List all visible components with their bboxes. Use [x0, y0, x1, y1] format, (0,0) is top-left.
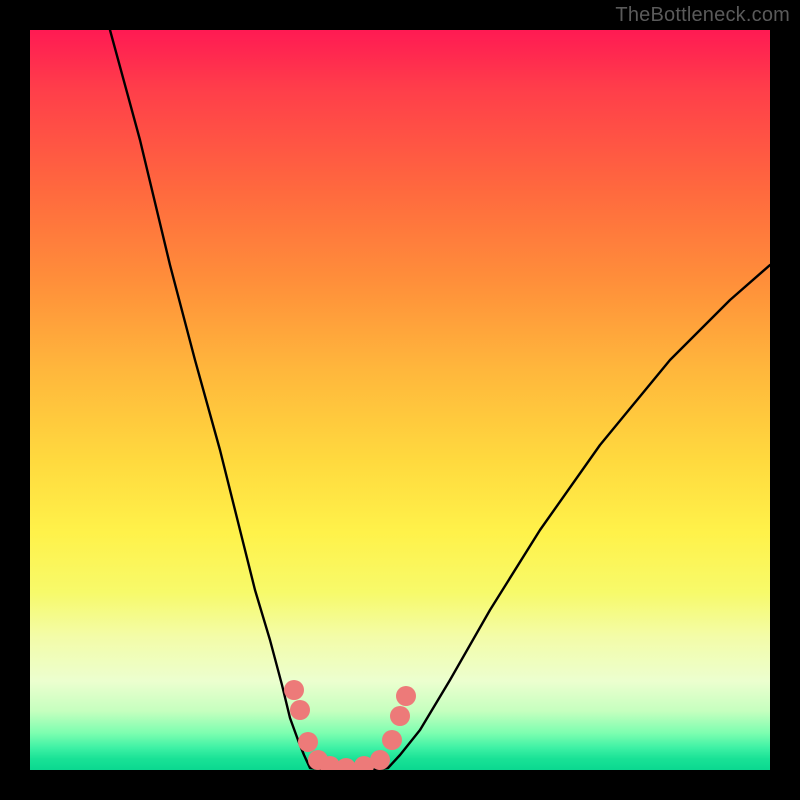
chart-frame: TheBottleneck.com [0, 0, 800, 800]
marker-dot [298, 732, 318, 752]
marker-dot [382, 730, 402, 750]
marker-dot [370, 750, 390, 770]
gradient-plot-area [30, 30, 770, 770]
marker-dot [390, 706, 410, 726]
curve-line [110, 30, 770, 770]
watermark-text: TheBottleneck.com [615, 4, 790, 27]
marker-dot [290, 700, 310, 720]
bottleneck-curve [30, 30, 770, 770]
marker-dot [336, 758, 356, 770]
marker-dot [396, 686, 416, 706]
marker-dot [284, 680, 304, 700]
